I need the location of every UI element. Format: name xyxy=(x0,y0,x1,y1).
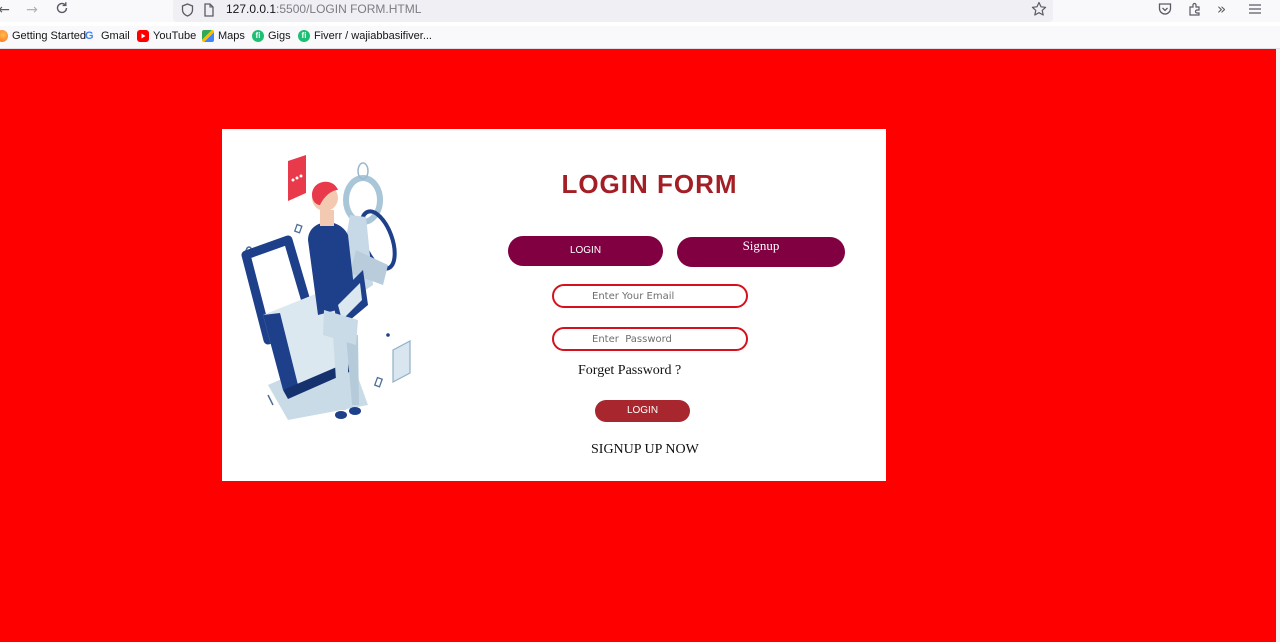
bookmark-label: Maps xyxy=(218,30,245,42)
extensions-icon[interactable] xyxy=(1187,1,1205,19)
email-field[interactable] xyxy=(552,284,748,308)
bookmark-getting-started[interactable]: Getting Started xyxy=(0,30,86,42)
url-path: :5500/LOGIN FORM.HTML xyxy=(276,2,422,16)
browser-toolbar: ← → 127.0.0.1:5500/LOGIN FORM.HTML » xyxy=(0,0,1280,22)
url-host: 127.0.0.1 xyxy=(226,2,277,16)
youtube-icon xyxy=(137,30,149,42)
email-input[interactable] xyxy=(592,289,742,303)
page-title: LOGIN FORM xyxy=(561,169,738,199)
tab-login[interactable]: LOGIN xyxy=(508,236,663,266)
bookmark-label: Getting Started xyxy=(12,30,86,42)
back-icon[interactable]: ← xyxy=(0,1,14,19)
login-button[interactable]: LOGIN xyxy=(595,400,690,422)
bookmark-label: YouTube xyxy=(153,30,197,42)
bookmark-fiverr[interactable]: fi Fiverr / wajiabbasifiver... xyxy=(298,30,432,42)
scrollbar[interactable] xyxy=(1276,49,1280,642)
reload-icon[interactable] xyxy=(52,1,72,19)
bookmark-gmail[interactable]: G Gmail xyxy=(85,30,130,42)
password-field[interactable] xyxy=(552,327,748,351)
menu-icon[interactable] xyxy=(1247,1,1265,19)
bookmark-youtube[interactable]: YouTube xyxy=(137,30,196,42)
url-bar[interactable]: 127.0.0.1:5500/LOGIN FORM.HTML xyxy=(173,0,1053,22)
page-icon[interactable] xyxy=(203,2,215,21)
password-input[interactable] xyxy=(592,332,742,346)
fiverr-icon: fi xyxy=(298,30,310,42)
url-text[interactable]: 127.0.0.1:5500/LOGIN FORM.HTML xyxy=(226,2,421,17)
bookmark-gigs[interactable]: fi Gigs xyxy=(252,30,291,42)
google-icon: G xyxy=(85,30,94,42)
maps-icon xyxy=(202,30,214,42)
login-illustration xyxy=(238,155,418,434)
fiverr-icon: fi xyxy=(252,30,264,42)
pocket-icon[interactable] xyxy=(1157,1,1175,19)
tab-signup[interactable]: Signup xyxy=(677,237,845,267)
bookmark-maps[interactable]: Maps xyxy=(202,30,245,42)
bookmark-label: Gmail xyxy=(101,30,130,42)
bookmarks-bar: Getting Started G Gmail YouTube Maps fi … xyxy=(0,26,1280,49)
forget-password-link[interactable]: Forget Password ? xyxy=(578,363,681,379)
bookmark-star-icon[interactable] xyxy=(1031,1,1047,21)
forward-icon[interactable]: → xyxy=(22,1,42,19)
firefox-icon xyxy=(0,30,8,42)
shield-icon[interactable] xyxy=(181,2,194,21)
signup-now-link[interactable]: SIGNUP UP NOW xyxy=(591,442,699,458)
bookmark-label: Fiverr / wajiabbasifiver... xyxy=(314,30,432,42)
bookmark-label: Gigs xyxy=(268,30,291,42)
overflow-chevron-icon[interactable]: » xyxy=(1217,1,1235,19)
